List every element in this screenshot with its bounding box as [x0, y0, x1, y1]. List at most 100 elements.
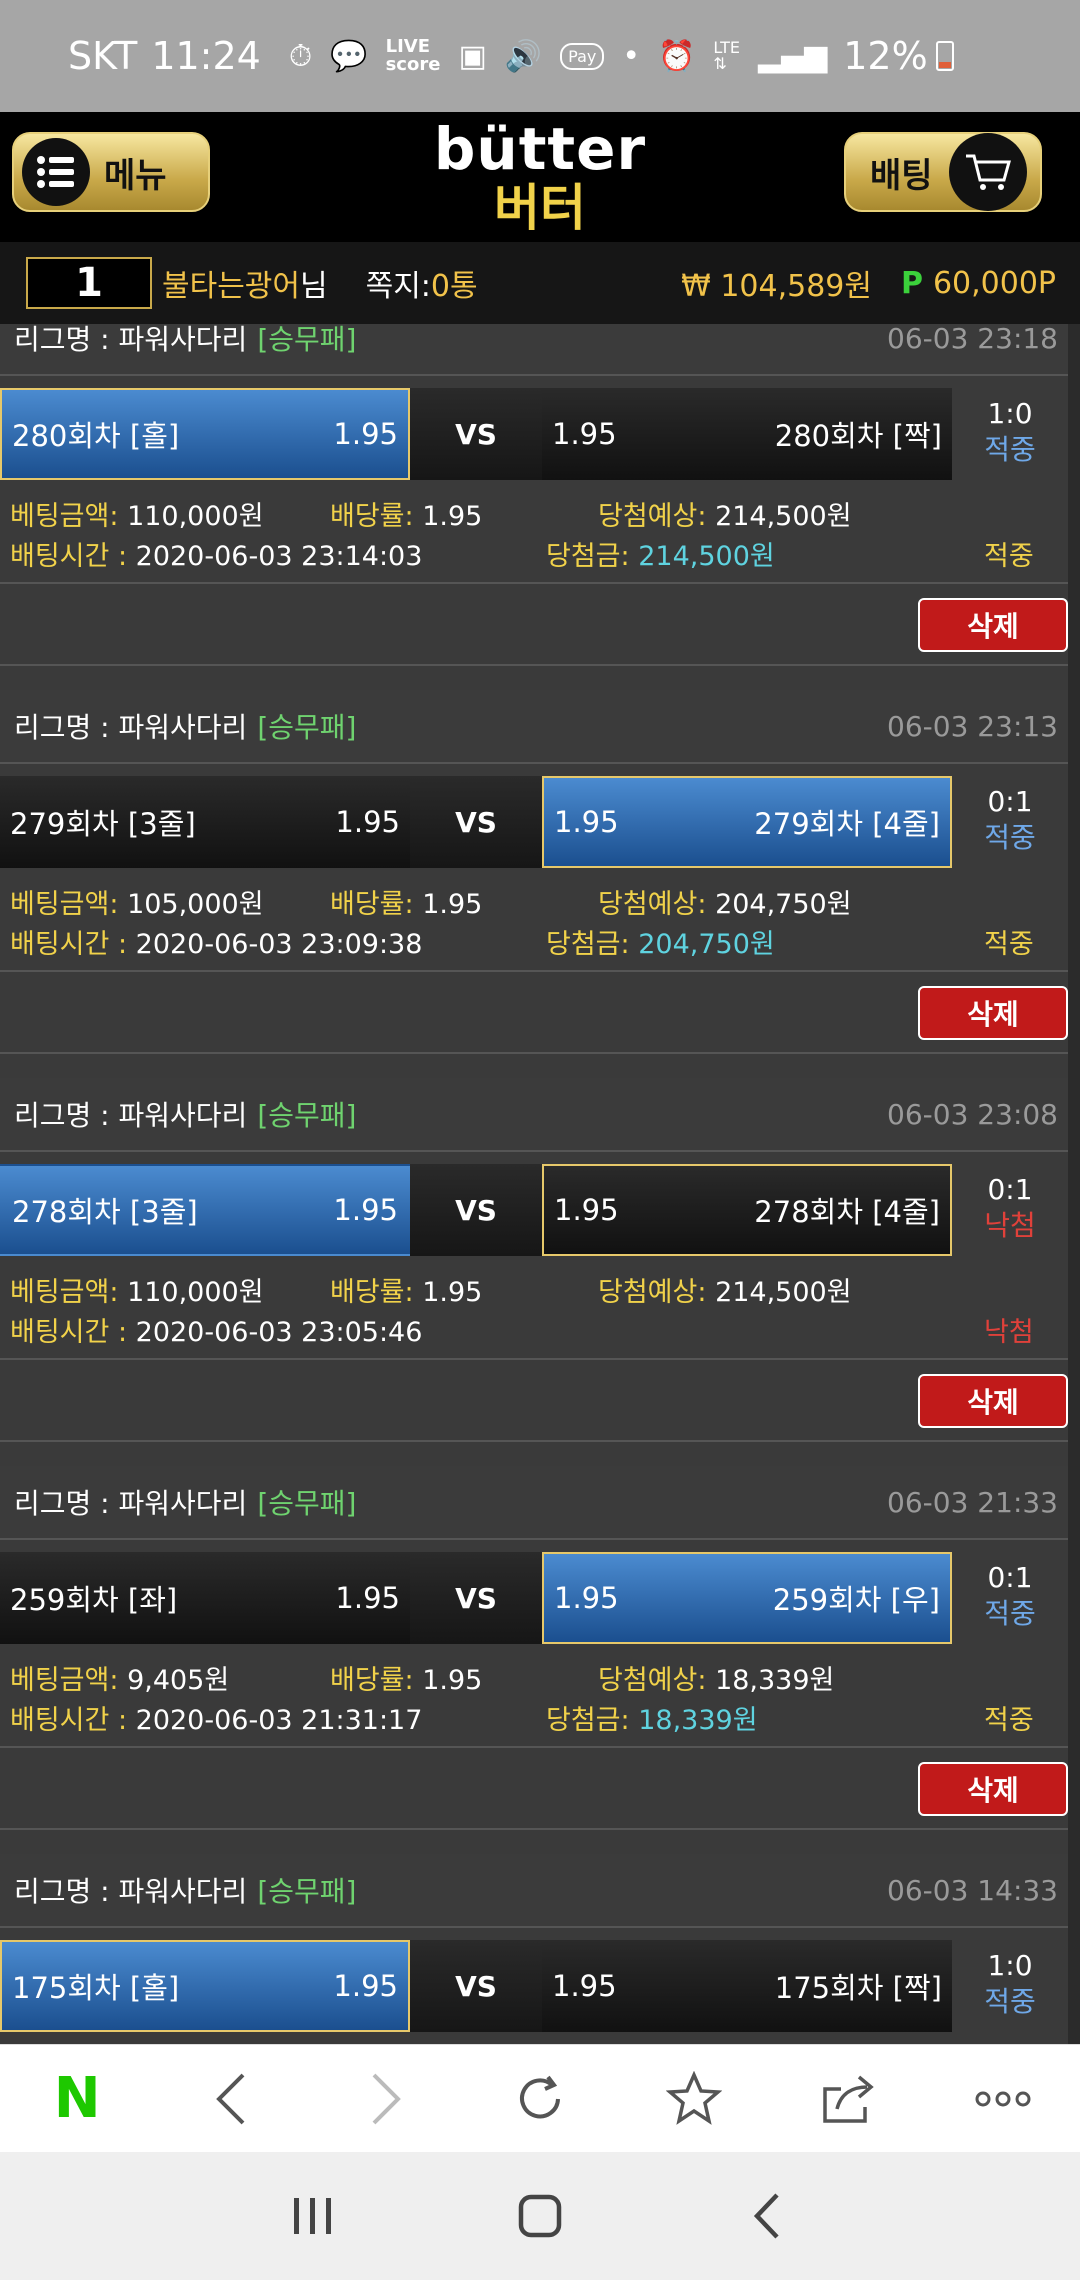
home-option[interactable]: 279회차 [3줄] 1.95 [0, 776, 410, 868]
status-bar: SKT 11:24 ⏱ 💬 LIVE score ▣ 🔊 Pay • ⏰ LTE ⇅… [0, 0, 1080, 112]
refresh-icon[interactable] [500, 2059, 580, 2139]
bet-time: 2020-06-03 23:14:03 [135, 541, 423, 572]
bet-type-tag: [승무패] [257, 711, 357, 744]
system-nav-bar [0, 2152, 1080, 2280]
vs-label: VS [410, 1940, 542, 2032]
bet-time: 2020-06-03 21:31:17 [135, 1705, 423, 1736]
bet-info: 베팅금액: 105,000원 배당률: 1.95 당첨예상: 204,750원 … [10, 889, 1034, 960]
timer-icon: ⏱ [288, 38, 313, 74]
bet-status: 적중 [984, 541, 1034, 572]
back-nav-icon[interactable] [727, 2176, 807, 2256]
home-icon[interactable] [500, 2176, 580, 2256]
home-option-selected[interactable]: 175회차 [홀] 1.95 [0, 1940, 410, 2032]
chat-icon: 💬 [330, 38, 368, 74]
win-amount: 214,500원 [638, 541, 775, 572]
dot-icon: • [622, 38, 641, 74]
expected-win: 214,500원 [715, 1277, 852, 1308]
bet-ticket: 리그명 : 파워사다리 [승무패] 06-03 23:18 280회차 [홀] 1… [0, 324, 1080, 690]
vs-label: VS [410, 388, 542, 480]
gallery-icon: ▣ [458, 38, 487, 74]
bet-type-tag: [승무패] [257, 324, 357, 356]
delete-row: 삭제 [0, 970, 1068, 1054]
money-balance: ₩ 104,589원 [681, 269, 872, 304]
logo-text-en: bütter [433, 115, 647, 183]
browser-toolbar: N [0, 2044, 1080, 2152]
bet-ticket: 리그명 : 파워사다리 [승무패] 06-03 23:13 279회차 [3줄]… [0, 690, 1080, 1078]
match-result: 적중 [984, 1597, 1036, 1630]
betting-label: 배팅 [870, 155, 933, 196]
match-result: 적중 [984, 1985, 1036, 2018]
forward-icon[interactable] [346, 2059, 426, 2139]
betting-cart-button[interactable]: 배팅 [844, 132, 1042, 212]
home-option[interactable]: 259회차 [좌] 1.95 [0, 1552, 410, 1644]
match-row: 278회차 [3줄] 1.95 VS 1.95 278회차 [4줄] 0:1 낙첨 [0, 1164, 1068, 1256]
user-info-bar: 1 불타는광어님 쪽지:0통 ₩ 104,589원 P 60,000P [0, 242, 1080, 324]
win-amount: 18,339원 [638, 1705, 758, 1736]
bet-status: 낙첨 [984, 1317, 1034, 1348]
bet-type-tag: [승무패] [257, 1099, 357, 1132]
away-option[interactable]: 1.95 278회차 [4줄] [542, 1164, 952, 1256]
bet-info: 베팅금액: 9,405원 배당률: 1.95 당첨예상: 18,339원 배팅시… [10, 1665, 1034, 1736]
scrollbar[interactable] [1068, 324, 1080, 2044]
delete-button[interactable]: 삭제 [918, 986, 1068, 1040]
delete-button[interactable]: 삭제 [918, 1374, 1068, 1428]
match-result: 적중 [984, 433, 1036, 466]
league-header: 리그명 : 파워사다리 [승무패] 06-03 23:13 [0, 690, 1068, 764]
share-icon[interactable] [809, 2059, 889, 2139]
home-option-selected[interactable]: 278회차 [3줄] 1.95 [0, 1164, 410, 1256]
bet-ticket: 리그명 : 파워사다리 [승무패] 06-03 23:08 278회차 [3줄]… [0, 1078, 1080, 1466]
bet-info: 베팅금액: 110,000원 배당률: 1.95 당첨예상: 214,500원 … [10, 501, 1034, 572]
odds-rate: 1.95 [422, 889, 483, 920]
match-score: 0:1 적중 [952, 776, 1068, 868]
match-result: 낙첨 [984, 1209, 1036, 1242]
bet-status: 적중 [984, 1705, 1034, 1736]
league-name: 리그명 : 파워사다리 [14, 324, 248, 356]
win-amount: 204,750원 [638, 929, 775, 960]
site-logo[interactable]: bütter 버터 [420, 118, 660, 236]
alarm-icon: ⏰ [658, 38, 696, 74]
lte-icon: LTE ⇅ [713, 38, 741, 73]
livescore-icon: LIVE score [385, 36, 441, 75]
bookmark-icon[interactable] [654, 2059, 734, 2139]
away-option-selected[interactable]: 1.95 279회차 [4줄] [542, 776, 952, 868]
bet-amount: 110,000원 [127, 1277, 264, 1308]
carrier-label: SKT [68, 34, 138, 78]
naver-icon[interactable]: N [37, 2059, 117, 2139]
status-icons: ⏱ 💬 LIVE score ▣ 🔊 Pay • ⏰ LTE ⇅ ▂▄▆ [289, 38, 827, 74]
bet-status: 적중 [984, 929, 1034, 960]
recent-apps-icon[interactable] [273, 2176, 353, 2256]
match-score: 1:0 적중 [952, 388, 1068, 480]
match-row: 280회차 [홀] 1.95 VS 1.95 280회차 [짝] 1:0 적중 [0, 388, 1068, 480]
away-option[interactable]: 1.95 280회차 [짝] [542, 388, 952, 480]
bet-amount: 110,000원 [127, 501, 264, 532]
messages-link[interactable]: 쪽지:0통 [366, 261, 478, 305]
match-row: 279회차 [3줄] 1.95 VS 1.95 279회차 [4줄] 0:1 적중 [0, 776, 1068, 868]
match-score: 0:1 적중 [952, 1552, 1068, 1644]
more-icon[interactable] [963, 2059, 1043, 2139]
points-balance: P 60,000P [900, 265, 1056, 301]
league-name: 리그명 : 파워사다리 [14, 1487, 248, 1520]
pay-icon: Pay [560, 42, 605, 70]
menu-button[interactable]: 메뉴 [12, 132, 210, 212]
league-name: 리그명 : 파워사다리 [14, 711, 248, 744]
odds-rate: 1.95 [422, 501, 483, 532]
site-header: 메뉴 bütter 버터 배팅 [0, 112, 1080, 242]
game-time: 06-03 23:13 [887, 709, 1058, 743]
away-option-selected[interactable]: 1.95 259회차 [우] [542, 1552, 952, 1644]
home-option-selected[interactable]: 280회차 [홀] 1.95 [0, 388, 410, 480]
vs-label: VS [410, 1552, 542, 1644]
bet-type-tag: [승무패] [257, 1875, 357, 1908]
delete-button[interactable]: 삭제 [918, 598, 1068, 652]
match-score: 1:0 적중 [952, 1940, 1068, 2032]
bet-type-tag: [승무패] [257, 1487, 357, 1520]
delete-button[interactable]: 삭제 [918, 1762, 1068, 1816]
volume-icon: 🔊 [504, 38, 543, 74]
expected-win: 204,750원 [715, 889, 852, 920]
game-time: 06-03 14:33 [887, 1873, 1058, 1907]
bet-amount: 105,000원 [127, 889, 264, 920]
league-header: 리그명 : 파워사다리 [승무패] 06-03 23:08 [0, 1078, 1068, 1152]
vs-label: VS [410, 1164, 542, 1256]
bet-history-list[interactable]: 리그명 : 파워사다리 [승무패] 06-03 23:18 280회차 [홀] 1… [0, 324, 1080, 2044]
away-option[interactable]: 1.95 175회차 [짝] [542, 1940, 952, 2032]
back-icon[interactable] [191, 2059, 271, 2139]
